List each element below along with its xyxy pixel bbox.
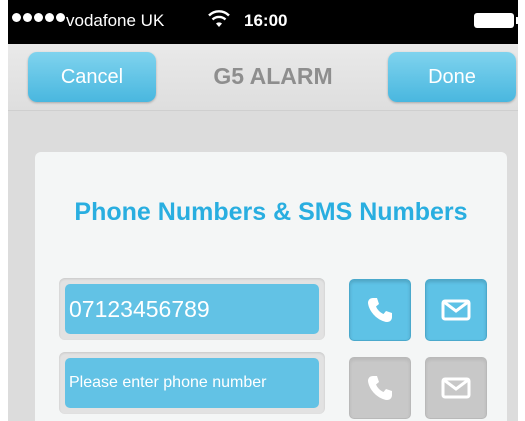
envelope-icon [441, 377, 471, 399]
battery-icon [474, 13, 518, 28]
phone-number-field-1[interactable]: 07123456789 [59, 278, 325, 340]
sms-toggle-button-1[interactable] [425, 279, 487, 341]
phone-number-field-2[interactable]: Please enter phone number [59, 352, 325, 414]
status-bar: vodafone UK 16:00 [8, 0, 518, 44]
phone-number-placeholder-2[interactable]: Please enter phone number [65, 358, 319, 408]
call-toggle-button-2[interactable] [349, 357, 411, 419]
carrier-name: vodafone UK [66, 11, 165, 30]
cancel-button[interactable]: Cancel [28, 52, 156, 102]
page-title: G5 ALARM [213, 63, 333, 89]
card-title: Phone Numbers & SMS Numbers [74, 198, 468, 226]
status-time: 16:00 [244, 11, 288, 30]
phone-numbers-card: Phone Numbers & SMS Numbers 07123456789 … [35, 152, 507, 421]
envelope-icon [441, 299, 471, 321]
navigation-bar: Cancel G5 ALARM Done [8, 44, 518, 111]
wifi-icon [208, 9, 230, 34]
phone-icon [368, 298, 392, 322]
signal-strength-icon [12, 13, 65, 22]
done-button[interactable]: Done [388, 52, 516, 102]
phone-icon [368, 376, 392, 400]
sms-toggle-button-2[interactable] [425, 357, 487, 419]
call-toggle-button-1[interactable] [349, 279, 411, 341]
app-screen: vodafone UK 16:00 Cancel G5 ALARM Done P… [8, 0, 518, 421]
phone-number-value-1[interactable]: 07123456789 [65, 284, 319, 334]
